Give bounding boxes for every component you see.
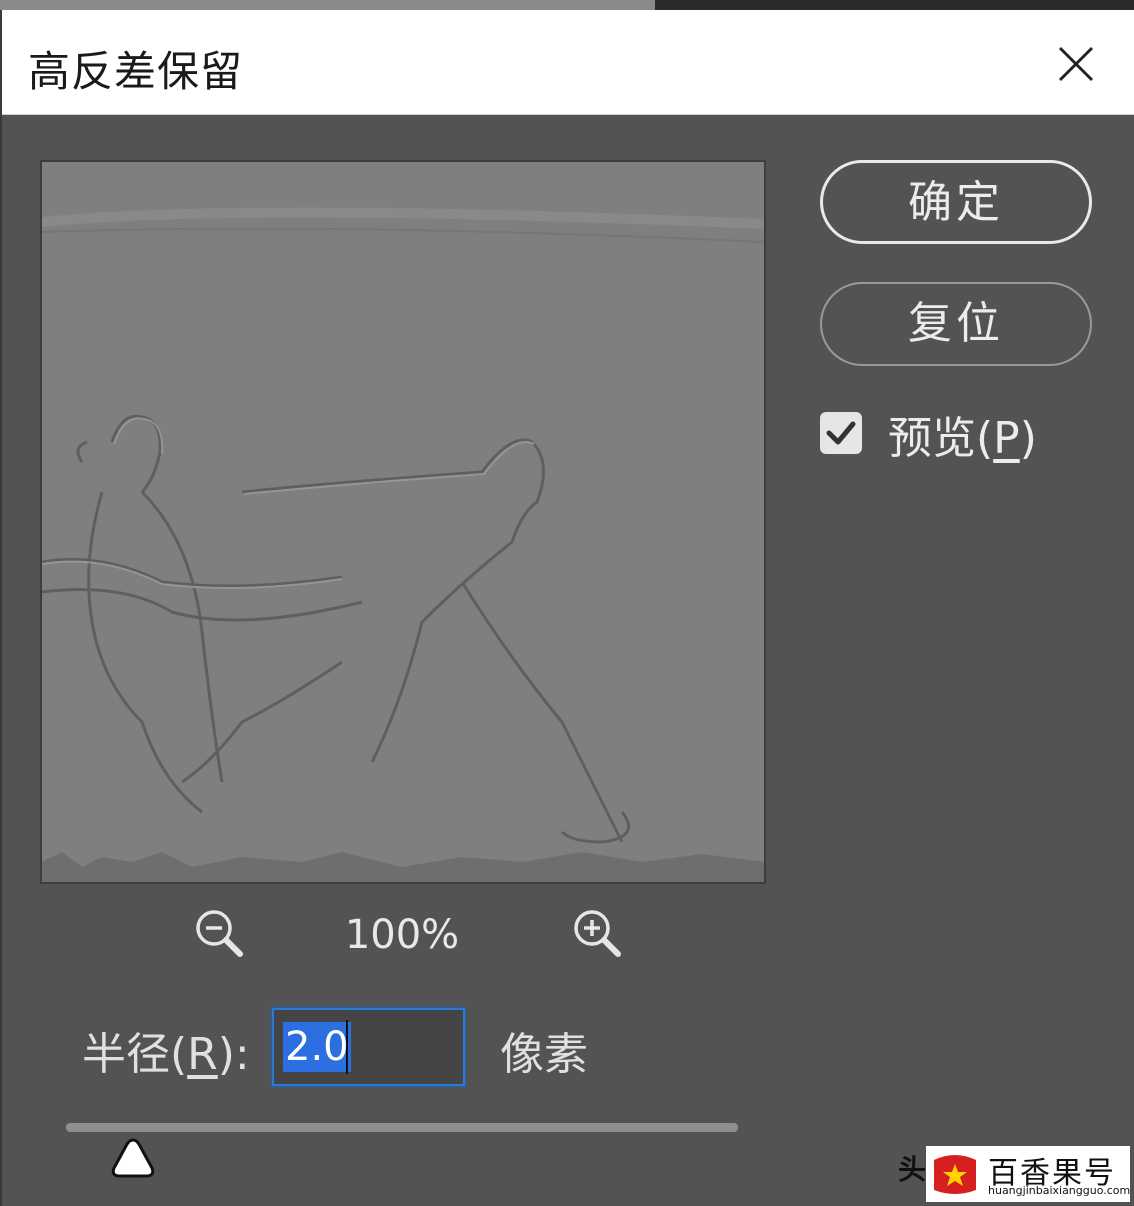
watermark-url: huangjinbaixiangguo.com [988,1184,1131,1197]
background-window-strip-dark [655,0,1134,10]
radius-label-end: ): [217,1029,250,1080]
background-window-strip [0,0,655,10]
checkmark-icon [826,421,856,445]
close-icon[interactable] [1054,42,1098,86]
zoom-out-icon[interactable] [192,906,246,960]
dialog-title: 高反差保留 [28,47,244,96]
preview-checkbox-label[interactable]: 预览(P) [888,402,1037,466]
high-pass-dialog: 高反差保留 100% 确定 复位 预览(P) 半径(R): 2.0 像素 [0,10,1134,1206]
radius-label: 半径(R): [82,1018,250,1082]
text-caret [346,1020,348,1074]
radius-slider-track[interactable] [66,1123,738,1132]
preview-checkbox[interactable] [820,412,862,454]
ok-button[interactable]: 确定 [820,160,1092,244]
watermark-badge: 百香果号 huangjinbaixiangguo.com [926,1146,1130,1202]
zoom-in-icon[interactable] [570,906,624,960]
preview-label-main: 预览( [888,413,994,464]
reset-button[interactable]: 复位 [820,282,1092,366]
dialog-titlebar: 高反差保留 [2,10,1134,115]
star-logo-icon [934,1155,976,1194]
zoom-level: 100% [344,912,460,958]
filter-preview-image[interactable] [40,160,766,884]
radius-label-shortcut: R [187,1029,218,1080]
preview-label-shortcut: P [993,413,1020,464]
radius-value-selected: 2.0 [283,1022,351,1072]
radius-slider-thumb[interactable] [108,1136,158,1180]
radius-label-main: 半径( [82,1029,188,1080]
preview-label-end: ) [1019,413,1037,464]
radius-input[interactable]: 2.0 [272,1008,465,1086]
watermark-prefix: 头 [898,1153,927,1186]
radius-unit-label: 像素 [500,1029,588,1080]
